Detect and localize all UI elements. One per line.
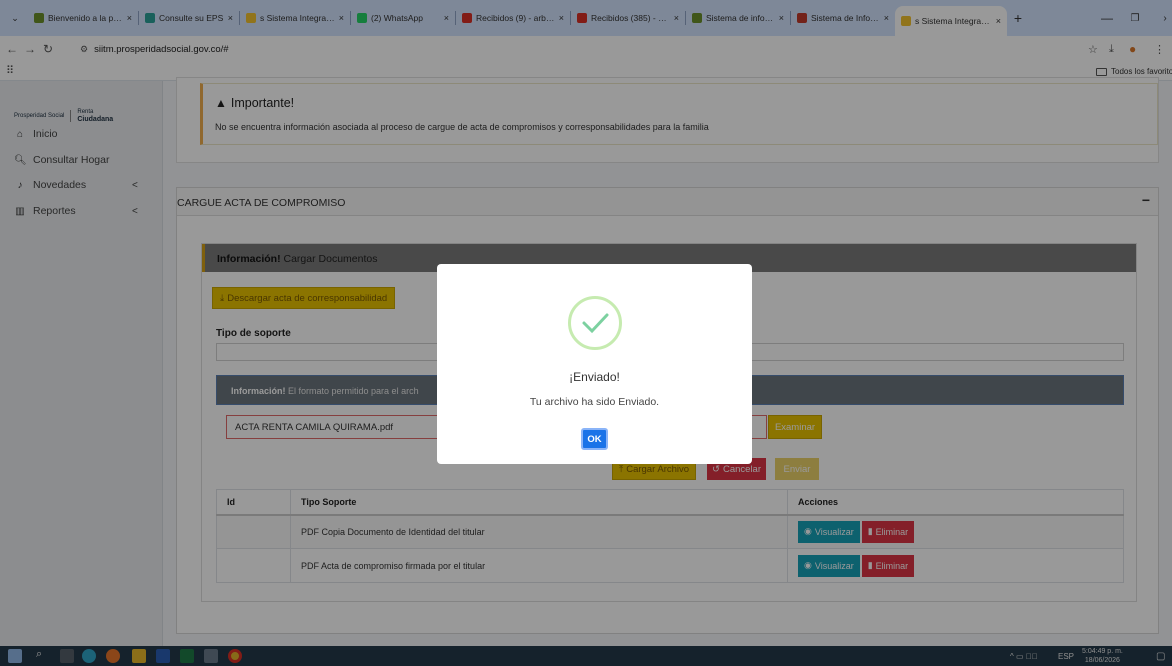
- ok-button[interactable]: OK: [581, 428, 608, 450]
- dialog-title: ¡Enviado!: [569, 370, 620, 384]
- success-check-icon: [568, 296, 622, 350]
- dialog-message: Tu archivo ha sido Enviado.: [529, 396, 660, 408]
- success-dialog: ¡Enviado! Tu archivo ha sido Enviado. OK: [437, 264, 752, 464]
- browser-window: ⌄ Bienvenido a la págir × Consulte su EPS ×…: [0, 0, 1172, 666]
